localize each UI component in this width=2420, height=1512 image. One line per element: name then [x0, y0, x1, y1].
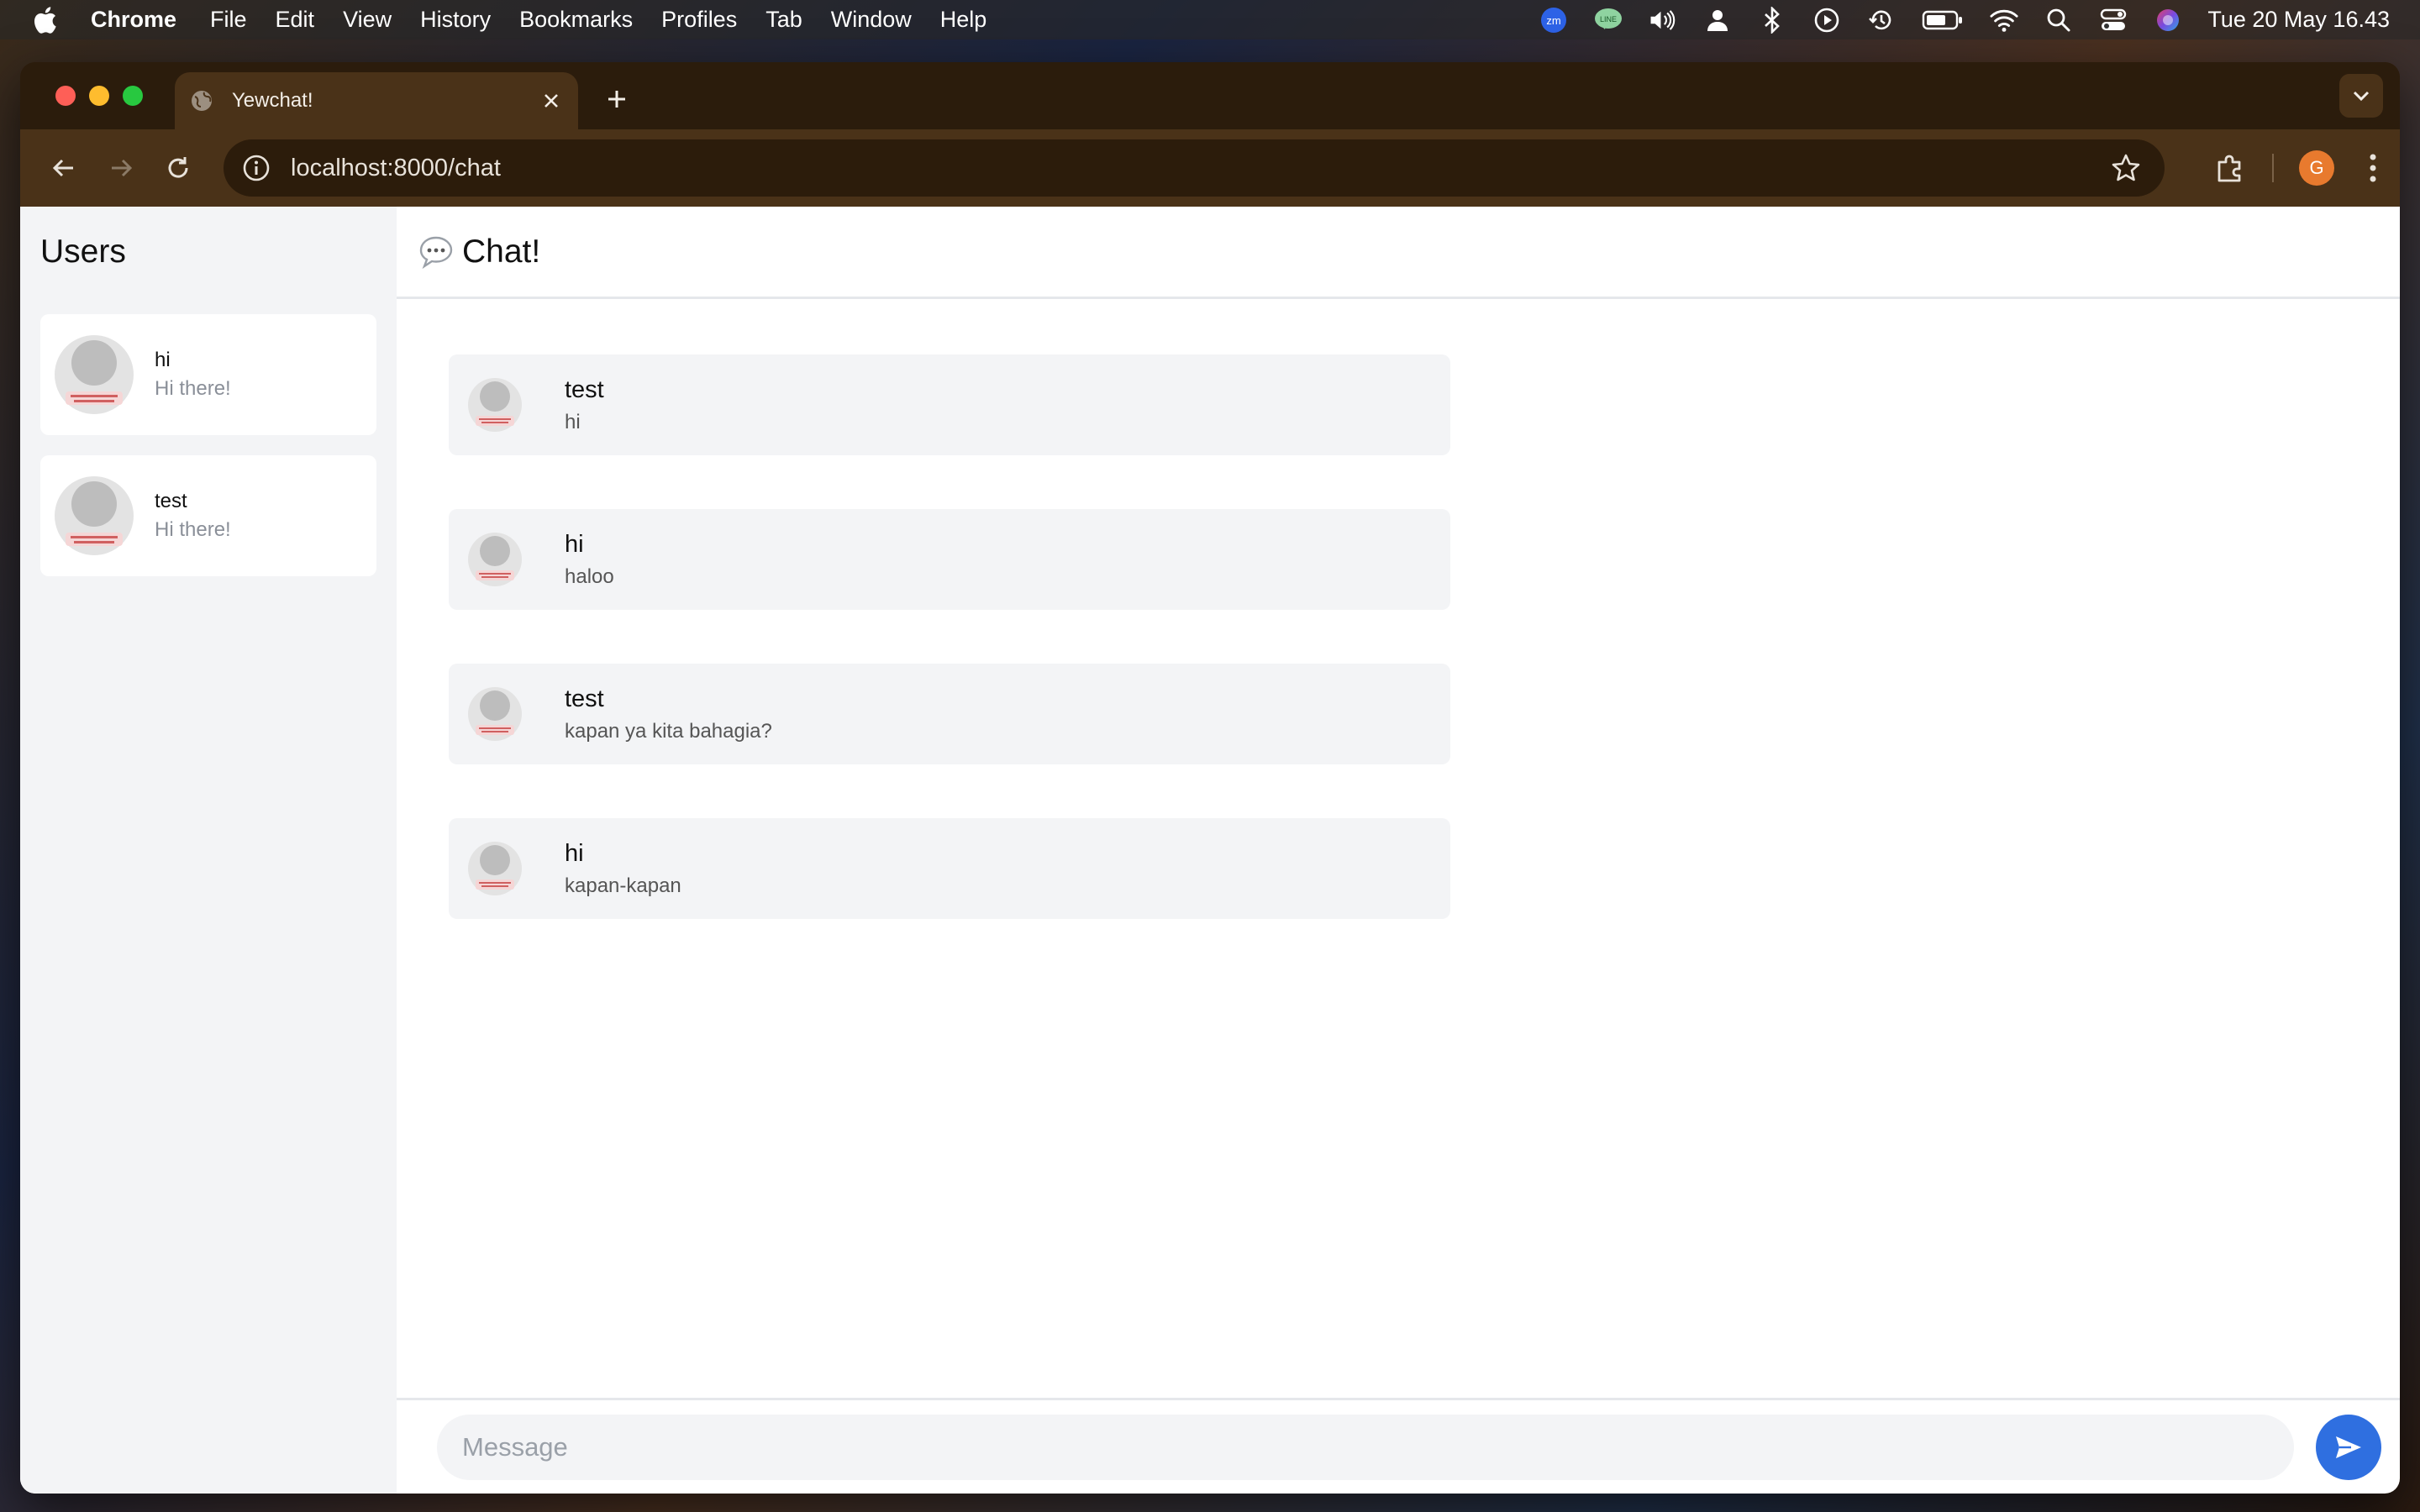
menu-help[interactable]: Help — [940, 7, 987, 33]
toolbar-divider — [2272, 154, 2274, 182]
message-avatar — [467, 532, 523, 587]
menu-history[interactable]: History — [420, 7, 491, 33]
profile-avatar[interactable]: G — [2299, 150, 2334, 186]
message-text: kapan-kapan — [565, 874, 681, 897]
browser-toolbar: localhost:8000/chat G — [20, 129, 2400, 207]
user-icon[interactable] — [1703, 6, 1732, 34]
menu-view[interactable]: View — [343, 7, 392, 33]
menu-bookmarks[interactable]: Bookmarks — [519, 7, 633, 33]
user-avatar — [54, 475, 134, 556]
send-icon — [2334, 1435, 2363, 1460]
message-sender: test — [565, 685, 604, 712]
user-status: Hi there! — [155, 518, 231, 541]
message-avatar — [467, 841, 523, 896]
url-text[interactable]: localhost:8000/chat — [291, 155, 2111, 182]
wifi-icon[interactable] — [1990, 6, 2018, 34]
message-text: haloo — [565, 564, 614, 588]
more-options-icon[interactable] — [2365, 150, 2381, 186]
menu-app-name[interactable]: Chrome — [91, 7, 176, 33]
zoom-window-button[interactable] — [123, 86, 143, 106]
user-name: test — [155, 490, 187, 512]
message-list: test hi hi haloo test kapan ya kita baha… — [449, 354, 1450, 973]
close-window-button[interactable] — [55, 86, 76, 106]
svg-text:zm: zm — [1547, 14, 1561, 27]
message-item: test hi — [449, 354, 1450, 455]
back-button[interactable] — [45, 150, 82, 186]
message-avatar — [467, 377, 523, 433]
control-center-icon[interactable] — [2099, 6, 2128, 34]
reload-button[interactable] — [160, 150, 197, 186]
active-tab[interactable]: Yewchat! — [175, 72, 578, 129]
user-status: Hi there! — [155, 377, 231, 400]
close-tab-icon[interactable] — [539, 89, 563, 113]
message-sender: hi — [565, 530, 584, 558]
message-text: kapan ya kita bahagia? — [565, 719, 772, 743]
tab-title: Yewchat! — [232, 89, 313, 112]
window-controls — [55, 86, 156, 106]
message-composer — [397, 1398, 2400, 1494]
tab-search-button[interactable] — [2339, 74, 2383, 118]
message-body: hi haloo — [565, 531, 614, 589]
macos-menubar: Chrome File Edit View History Bookmarks … — [0, 0, 2420, 39]
message-body: hi kapan-kapan — [565, 840, 681, 898]
sidebar-title: Users — [40, 234, 126, 270]
chat-header: Chat! — [397, 207, 2400, 299]
forward-button[interactable] — [103, 150, 139, 186]
play-icon[interactable] — [1812, 6, 1841, 34]
globe-icon — [190, 89, 213, 113]
menu-tab[interactable]: Tab — [765, 7, 802, 33]
message-text: hi — [565, 410, 581, 433]
address-bar[interactable]: localhost:8000/chat — [224, 139, 2165, 197]
message-body: test kapan ya kita bahagia? — [565, 685, 772, 743]
user-card-text: test Hi there! — [155, 490, 231, 542]
message-body: test hi — [565, 376, 604, 434]
svg-text:LINE: LINE — [1600, 15, 1617, 24]
status-area: zm LINE Tue 20 May 16.43 — [1513, 6, 2390, 34]
battery-icon[interactable] — [1922, 6, 1964, 34]
menubar-clock[interactable]: Tue 20 May 16.43 — [2207, 7, 2390, 33]
time-machine-icon[interactable] — [1867, 6, 1896, 34]
menu-edit[interactable]: Edit — [276, 7, 315, 33]
send-button[interactable] — [2316, 1414, 2381, 1480]
message-avatar — [467, 686, 523, 742]
menu-window[interactable]: Window — [831, 7, 912, 33]
search-icon[interactable] — [2044, 6, 2073, 34]
chat-panel: Chat! test hi hi haloo test kapan ya kit… — [397, 207, 2400, 1494]
site-info-icon[interactable] — [242, 154, 271, 182]
minimize-window-button[interactable] — [89, 86, 109, 106]
message-item: test kapan ya kita bahagia? — [449, 664, 1450, 764]
apple-menu-icon[interactable] — [32, 6, 57, 34]
user-name: hi — [155, 349, 171, 371]
speech-bubble-icon — [418, 235, 454, 269]
message-item: hi haloo — [449, 509, 1450, 610]
menu-profiles[interactable]: Profiles — [661, 7, 737, 33]
users-sidebar: Users hi Hi there! test Hi there! — [20, 207, 397, 1494]
new-tab-button[interactable] — [600, 82, 634, 116]
toolbar-right: G — [2212, 148, 2381, 188]
user-card[interactable]: hi Hi there! — [40, 314, 376, 435]
message-sender: test — [565, 375, 604, 403]
message-input[interactable] — [437, 1414, 2294, 1480]
siri-icon[interactable] — [2154, 6, 2182, 34]
extensions-icon[interactable] — [2212, 150, 2249, 186]
line-icon[interactable]: LINE — [1594, 6, 1623, 34]
chat-title: Chat! — [462, 233, 541, 270]
user-avatar — [54, 334, 134, 415]
user-card[interactable]: test Hi there! — [40, 455, 376, 576]
bookmark-star-icon[interactable] — [2111, 153, 2141, 183]
zoom-icon[interactable]: zm — [1539, 6, 1568, 34]
message-item: hi kapan-kapan — [449, 818, 1450, 919]
message-sender: hi — [565, 839, 584, 867]
browser-window: Yewchat! localhost:8000/chat G Users hi … — [20, 62, 2400, 1494]
volume-icon[interactable] — [1649, 6, 1677, 34]
user-card-text: hi Hi there! — [155, 349, 231, 401]
tab-strip: Yewchat! — [20, 62, 2400, 129]
menu-file[interactable]: File — [210, 7, 247, 33]
web-page: Users hi Hi there! test Hi there! Chat! … — [20, 207, 2400, 1494]
bluetooth-icon[interactable] — [1758, 6, 1786, 34]
